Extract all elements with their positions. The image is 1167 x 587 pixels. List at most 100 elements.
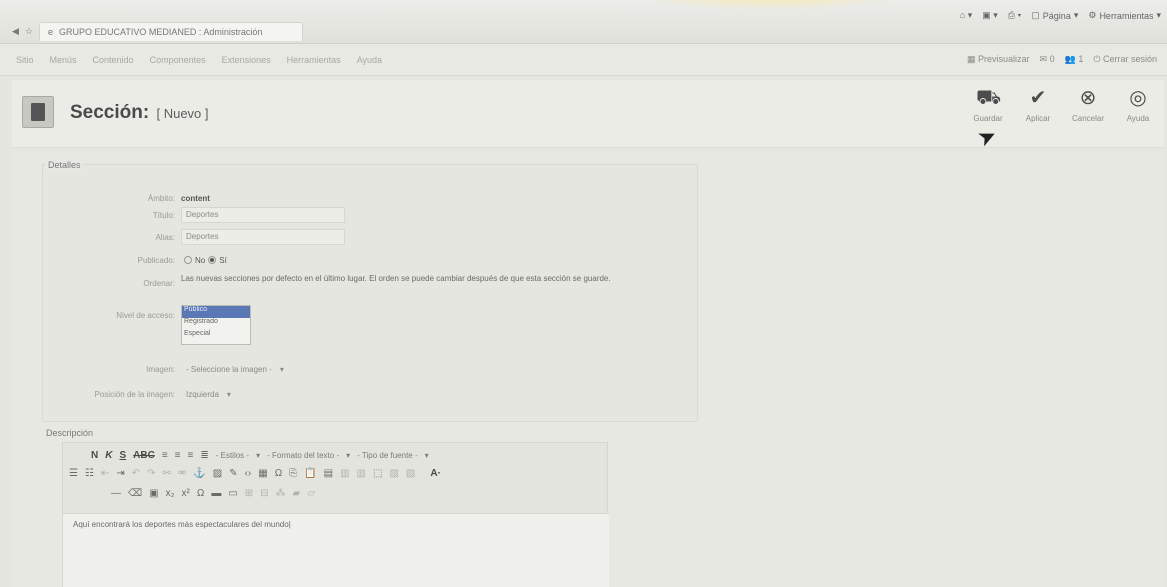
- horizontal-rule-icon[interactable]: —: [111, 488, 121, 499]
- image-icon[interactable]: ▨: [213, 468, 222, 479]
- menu-item-components[interactable]: Componentes: [150, 55, 206, 65]
- tools-menu[interactable]: ⚙ Herramientas ▾: [1088, 10, 1161, 21]
- attributes-icon[interactable]: ⁂: [276, 488, 286, 499]
- image-position-select[interactable]: Izquierda ▾: [181, 387, 236, 402]
- align-right-icon[interactable]: ≡: [188, 450, 194, 461]
- help-button[interactable]: ◎ Ayuda: [1116, 86, 1160, 123]
- strikethrough-icon[interactable]: ABC: [133, 450, 155, 461]
- omega-icon[interactable]: Ω: [197, 488, 204, 499]
- print-icon[interactable]: ⎙ ▾: [1008, 10, 1021, 21]
- title-label: Título:: [152, 210, 175, 220]
- editor-content-area[interactable]: Aquí encontrará los deportes más especta…: [63, 513, 609, 587]
- title-input[interactable]: Deportes: [181, 207, 345, 223]
- users-value: 1: [1078, 54, 1084, 64]
- menu-item-menus[interactable]: Menús: [50, 55, 77, 65]
- save-icon: ⛟: [976, 87, 1002, 109]
- html-icon[interactable]: ‹›: [245, 468, 252, 479]
- cancel-label: Cancelar: [1071, 114, 1104, 123]
- access-option-registered[interactable]: Registrado: [182, 318, 250, 330]
- access-option-public[interactable]: Público: [182, 306, 250, 318]
- editor-text: Aquí encontrará los deportes más especta…: [73, 520, 289, 529]
- access-label: Nivel de acceso:: [116, 311, 175, 320]
- preview-link[interactable]: ▦ Previsualizar: [967, 54, 1030, 65]
- unlink-icon[interactable]: ⚮: [178, 468, 186, 479]
- tools-menu-label: Herramientas: [1099, 10, 1154, 21]
- checkmark-icon: ✔: [1029, 87, 1047, 109]
- bullet-list-icon[interactable]: ☰: [69, 468, 78, 479]
- visual-aid-icon[interactable]: ⬚: [373, 468, 382, 479]
- home-icon[interactable]: ⌂ ▾: [960, 10, 972, 21]
- paste-icon[interactable]: 📋: [304, 468, 316, 479]
- visual-aid-icon[interactable]: ▣: [149, 488, 158, 499]
- menu-item-extensions[interactable]: Extensiones: [222, 55, 271, 65]
- cancel-button[interactable]: ⊗ Cancelar: [1066, 86, 1110, 123]
- feeds-icon[interactable]: ▣ ▾: [982, 10, 998, 21]
- access-level-list[interactable]: Público Registrado Especial: [181, 305, 251, 345]
- split-cells-icon[interactable]: ▧: [406, 468, 415, 479]
- order-text: Las nuevas secciones por defecto en el ú…: [181, 274, 611, 283]
- favorite-star-icon[interactable]: ☆: [25, 26, 33, 37]
- indent-icon[interactable]: ⇥: [116, 468, 124, 479]
- published-no-label: No: [195, 255, 206, 265]
- layer-icon[interactable]: ▰: [293, 488, 301, 499]
- save-button[interactable]: ⛟ Guardar: [966, 86, 1010, 123]
- format-dropdown[interactable]: - Formato del texto -: [267, 451, 339, 460]
- menu-item-content[interactable]: Contenido: [93, 55, 134, 65]
- italic-icon[interactable]: K: [105, 450, 112, 461]
- image-select[interactable]: - Seleccione la imagen - ▾: [181, 362, 289, 377]
- styles-dropdown[interactable]: - Estilos -: [216, 451, 249, 460]
- help-label: Ayuda: [1126, 114, 1150, 123]
- bold-icon[interactable]: N: [91, 450, 98, 461]
- align-center-icon[interactable]: ≡: [175, 450, 181, 461]
- anchor-icon[interactable]: ⚓: [193, 468, 205, 479]
- remove-format-icon[interactable]: ⌫: [128, 488, 142, 499]
- image-select-value: - Seleccione la imagen -: [186, 364, 272, 374]
- link-icon[interactable]: ⚯: [163, 468, 171, 479]
- published-row: Publicado: No Sí: [43, 251, 699, 269]
- numbered-list-icon[interactable]: ☷: [85, 468, 94, 479]
- browser-tab[interactable]: ◀ ☆ e GRUPO EDUCATIVO MEDIANED : Adminis…: [8, 20, 313, 42]
- menu-item-tools[interactable]: Herramientas: [287, 55, 341, 65]
- table-icon[interactable]: ▦: [258, 468, 267, 479]
- editor-toolbar-row-1: N K S ABC ≡ ≡ ≡ ≣ - Estilos - ▾ - Format…: [91, 447, 429, 463]
- menu-item-help[interactable]: Ayuda: [357, 55, 382, 65]
- subscript-icon[interactable]: x₂: [166, 488, 175, 499]
- cancel-icon: ⊗: [1079, 87, 1097, 109]
- page-menu[interactable]: ▢ Página ▾: [1031, 10, 1078, 21]
- apply-button[interactable]: ✔ Aplicar: [1016, 86, 1060, 123]
- alias-input[interactable]: Deportes: [181, 229, 345, 245]
- undo-icon[interactable]: ↶: [132, 468, 140, 479]
- users-count[interactable]: 👥 1: [1065, 54, 1084, 65]
- delete-icon[interactable]: ⊟: [260, 488, 268, 499]
- text-color-icon[interactable]: A·: [430, 468, 441, 479]
- access-option-special[interactable]: Especial: [182, 330, 250, 342]
- messages-count[interactable]: ✉ 0: [1040, 54, 1055, 65]
- logout-link[interactable]: ⏻ Cerrar sesión: [1093, 54, 1157, 65]
- table-col-icon[interactable]: ▥: [357, 468, 366, 479]
- font-dropdown[interactable]: - Tipo de fuente -: [357, 451, 417, 460]
- screen-glare: [640, 0, 900, 10]
- align-justify-icon[interactable]: ≣: [200, 450, 208, 461]
- cleanup-icon[interactable]: ✎: [229, 468, 237, 479]
- style-icon[interactable]: ▱: [307, 488, 315, 499]
- superscript-icon[interactable]: x²: [181, 488, 189, 499]
- published-no-radio[interactable]: [184, 256, 192, 264]
- copy-icon[interactable]: ⎘: [289, 468, 297, 479]
- grid-icon[interactable]: ▤: [324, 468, 333, 479]
- page-title: Sección: [ Nuevo ]: [70, 102, 209, 124]
- insert-icon[interactable]: ⊞: [245, 488, 253, 499]
- table-row-icon[interactable]: ▥: [340, 468, 349, 479]
- media-icon[interactable]: ▬: [211, 488, 221, 499]
- redo-icon[interactable]: ↷: [147, 468, 155, 479]
- underline-icon[interactable]: S: [119, 450, 126, 461]
- image-row: Imagen: - Seleccione la imagen - ▾: [43, 360, 699, 378]
- menu-item-site[interactable]: Sitio: [16, 55, 34, 65]
- published-yes-radio[interactable]: [208, 256, 217, 264]
- outdent-icon[interactable]: ⇤: [101, 468, 109, 479]
- char-map-icon[interactable]: Ω: [275, 468, 282, 479]
- back-icon[interactable]: ◀: [12, 26, 19, 37]
- align-left-icon[interactable]: ≡: [162, 450, 168, 461]
- section-icon: [22, 96, 54, 128]
- rule-icon[interactable]: ▭: [228, 488, 237, 499]
- merge-cells-icon[interactable]: ▧: [389, 468, 398, 479]
